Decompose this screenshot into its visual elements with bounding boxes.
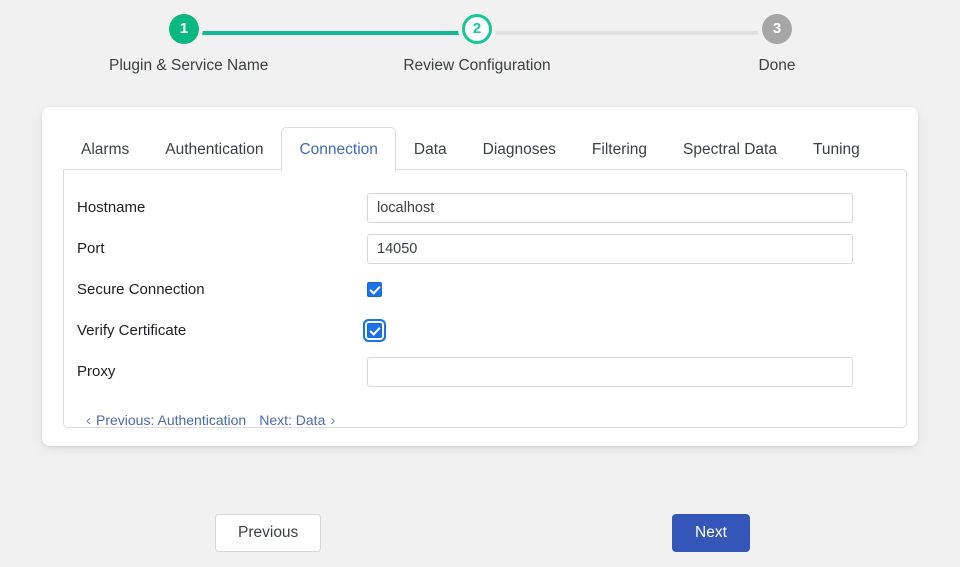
secure-connection-label: Secure Connection bbox=[77, 281, 367, 298]
hostname-label: Hostname bbox=[77, 199, 367, 216]
tab-spectral-data[interactable]: Spectral Data bbox=[665, 127, 795, 171]
previous-button[interactable]: Previous bbox=[215, 514, 321, 552]
proxy-control bbox=[367, 357, 906, 387]
port-label: Port bbox=[77, 240, 367, 257]
stepper-label-2: Review Configuration bbox=[402, 57, 552, 75]
next-tab-label: Next: Data bbox=[259, 412, 325, 428]
stepper-label-1: Plugin & Service Name bbox=[109, 57, 259, 75]
next-button[interactable]: Next bbox=[672, 514, 750, 552]
wizard-card: Alarms Authentication Connection Data Di… bbox=[42, 107, 918, 446]
form-row-proxy: Proxy bbox=[64, 351, 906, 392]
stepper-step-3[interactable]: 3 Done bbox=[702, 14, 852, 75]
tab-tuning[interactable]: Tuning bbox=[795, 127, 878, 171]
tab-data[interactable]: Data bbox=[396, 127, 465, 171]
previous-tab-link[interactable]: ‹ Previous: Authentication bbox=[86, 412, 246, 428]
hostname-input[interactable] bbox=[367, 193, 853, 223]
stepper-badge-3: 3 bbox=[762, 14, 792, 44]
proxy-label: Proxy bbox=[77, 363, 367, 380]
proxy-input[interactable] bbox=[367, 357, 853, 387]
tab-connection[interactable]: Connection bbox=[281, 127, 395, 171]
tab-diagnoses[interactable]: Diagnoses bbox=[465, 127, 574, 171]
stepper-label-3: Done bbox=[702, 57, 852, 75]
connection-tab-panel: Hostname Port Secure Connection Verify C… bbox=[63, 169, 907, 428]
tab-alarms[interactable]: Alarms bbox=[63, 127, 147, 171]
connection-form: Hostname Port Secure Connection Verify C… bbox=[64, 170, 906, 392]
hostname-control bbox=[367, 193, 906, 223]
next-tab-link[interactable]: Next: Data › bbox=[259, 412, 335, 428]
form-row-port: Port bbox=[64, 228, 906, 269]
chevron-right-icon: › bbox=[330, 413, 335, 428]
tab-authentication[interactable]: Authentication bbox=[147, 127, 281, 171]
secure-connection-checkbox[interactable] bbox=[367, 282, 382, 297]
port-control bbox=[367, 234, 906, 264]
port-input[interactable] bbox=[367, 234, 853, 264]
stepper-badge-1: 1 bbox=[169, 14, 199, 44]
config-tab-strip: Alarms Authentication Connection Data Di… bbox=[63, 126, 908, 171]
form-row-hostname: Hostname bbox=[64, 187, 906, 228]
wizard-stepper: 1 Plugin & Service Name 2 Review Configu… bbox=[0, 0, 960, 96]
chevron-left-icon: ‹ bbox=[86, 413, 91, 428]
tab-filtering[interactable]: Filtering bbox=[574, 127, 665, 171]
form-row-secure-connection: Secure Connection bbox=[64, 269, 906, 310]
verify-certificate-checkbox[interactable] bbox=[367, 323, 382, 338]
form-row-verify-certificate: Verify Certificate bbox=[64, 310, 906, 351]
previous-tab-label: Previous: Authentication bbox=[96, 412, 246, 428]
secure-connection-control bbox=[367, 282, 906, 297]
stepper-step-1[interactable]: 1 Plugin & Service Name bbox=[109, 14, 259, 75]
verify-certificate-label: Verify Certificate bbox=[77, 322, 367, 339]
panel-tab-navigation: ‹ Previous: Authentication Next: Data › bbox=[64, 392, 906, 428]
stepper-badge-2: 2 bbox=[462, 14, 492, 44]
verify-certificate-control bbox=[367, 323, 906, 338]
stepper-step-2[interactable]: 2 Review Configuration bbox=[402, 14, 552, 75]
